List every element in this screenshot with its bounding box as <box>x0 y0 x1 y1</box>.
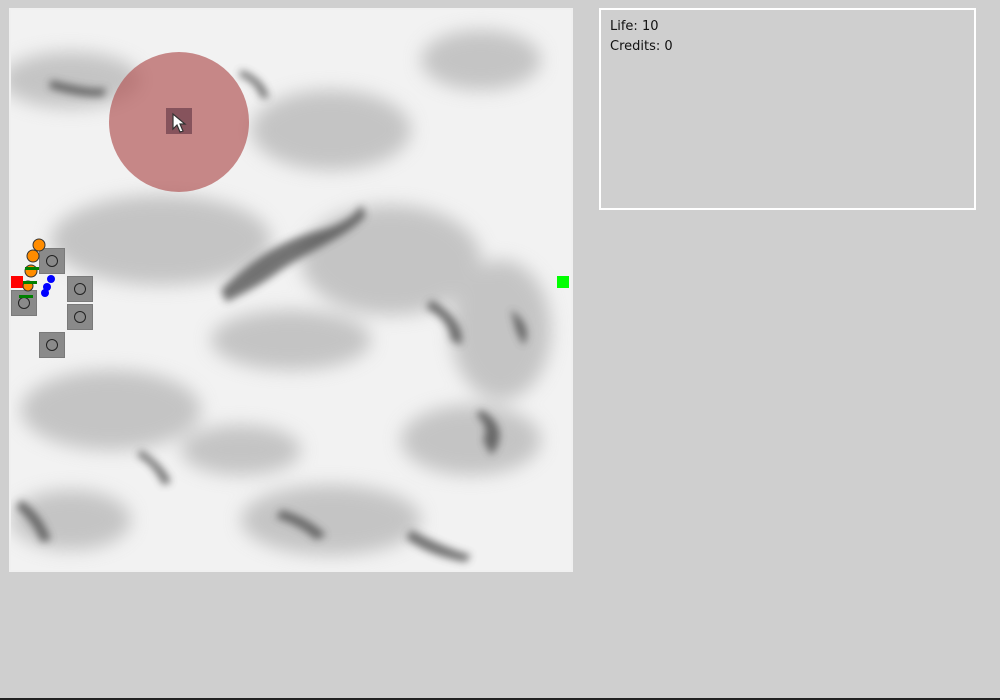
health-bar <box>25 267 39 270</box>
credits-counter: Credits: 0 <box>610 39 673 54</box>
info-panel: Life: 10 Credits: 0 <box>599 8 976 210</box>
life-counter: Life: 10 <box>610 19 659 34</box>
projectile <box>47 275 55 283</box>
creep <box>24 264 38 278</box>
creep <box>32 238 46 252</box>
creep <box>26 249 40 263</box>
health-bar <box>19 295 33 298</box>
marble-terrain <box>11 10 571 570</box>
goal-square-icon <box>557 276 569 288</box>
projectile <box>41 289 49 297</box>
tower[interactable] <box>39 332 65 358</box>
tower[interactable] <box>67 304 93 330</box>
health-bar <box>23 281 37 284</box>
game-map[interactable] <box>9 8 573 572</box>
creep-wave <box>19 238 55 298</box>
mouse-pointer-icon <box>172 112 187 133</box>
